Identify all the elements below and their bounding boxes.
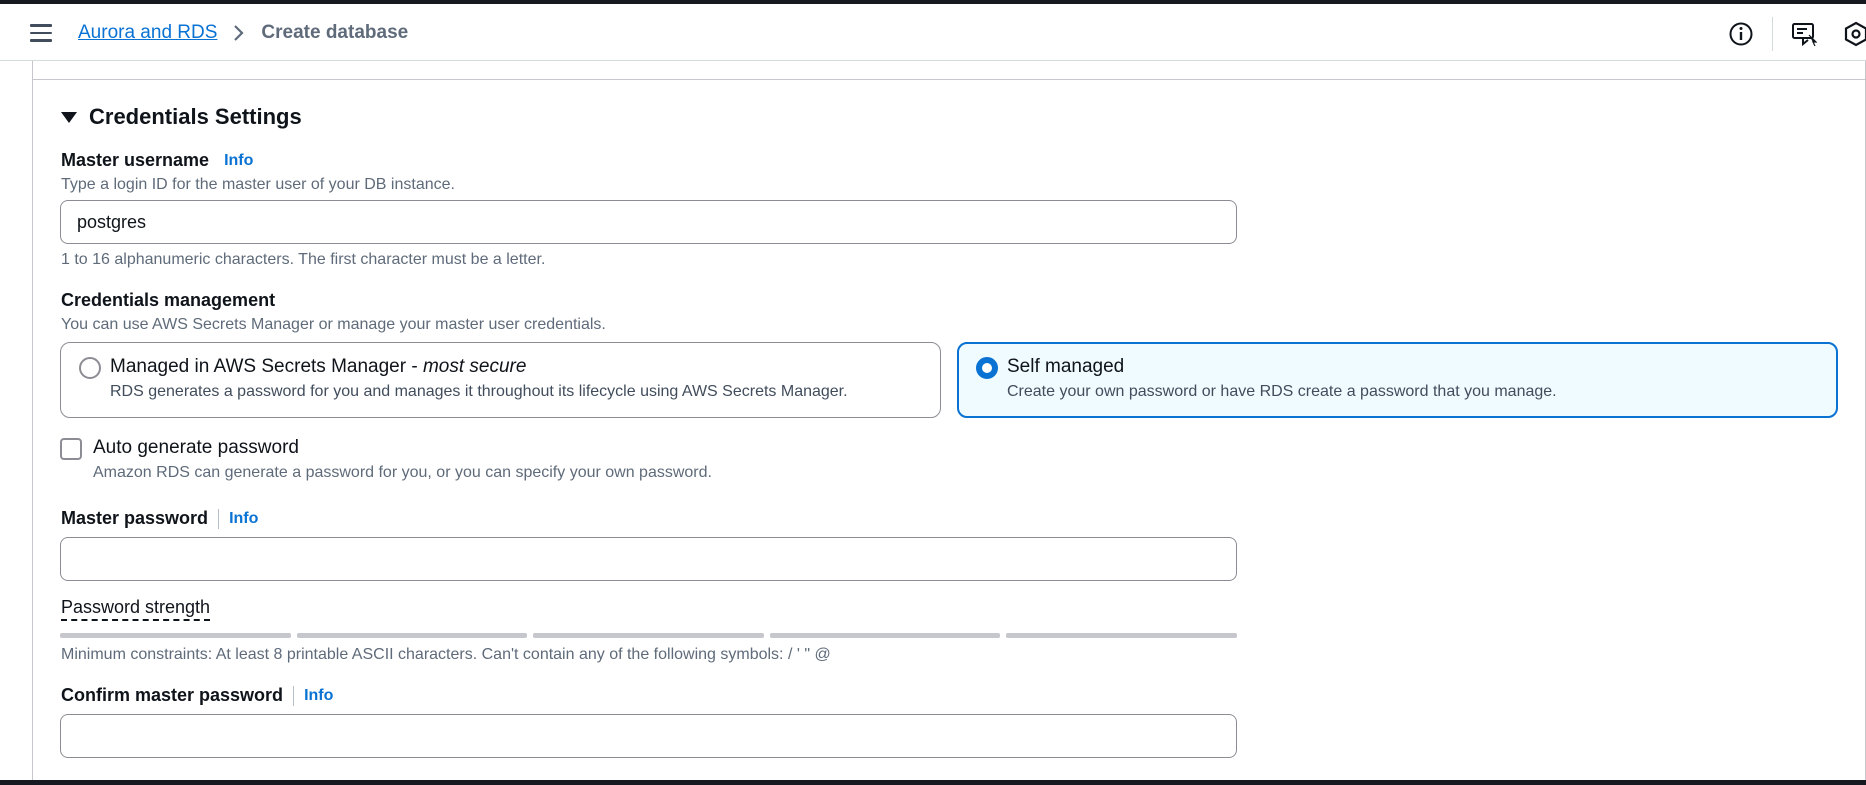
bottom-border (0, 780, 1866, 785)
strength-segment (533, 633, 764, 638)
master-password-constraint: Minimum constraints: At least 8 printabl… (61, 646, 831, 663)
strength-segment (769, 633, 1001, 638)
option-secrets-manager[interactable]: Managed in AWS Secrets Manager - most se… (60, 342, 941, 418)
password-strength-label[interactable]: Password strength (61, 597, 211, 621)
info-divider (293, 685, 295, 706)
radio-self-managed[interactable] (976, 357, 998, 379)
confirm-password-label: Confirm master password (61, 685, 284, 705)
info-circle-icon[interactable] (1728, 21, 1754, 47)
breadcrumb-link-aurora-rds[interactable]: Aurora and RDS (78, 22, 217, 44)
auto-generate-password-description: Amazon RDS can generate a password for y… (93, 464, 712, 481)
master-username-info-link[interactable]: Info (224, 152, 253, 170)
panel-divider (32, 79, 1866, 80)
option-self-managed-description: Create your own password or have RDS cre… (1007, 383, 1557, 400)
credentials-management-label: Credentials management (61, 290, 276, 310)
breadcrumb-current: Create database (261, 22, 409, 43)
radio-secrets-manager[interactable] (79, 357, 101, 379)
master-username-constraint: 1 to 16 alphanumeric characters. The fir… (61, 251, 546, 268)
confirm-password-input[interactable] (60, 714, 1237, 758)
option-secrets-manager-description: RDS generates a password for you and man… (110, 383, 848, 400)
auto-generate-password-checkbox[interactable] (60, 438, 82, 460)
section-title: Credentials Settings (89, 104, 302, 129)
strength-segment (296, 633, 528, 638)
top-navigation-bar: Aurora and RDS Create database (0, 4, 1866, 61)
breadcrumb: Aurora and RDS Create database (78, 22, 408, 44)
confirm-password-label-row: Confirm master password Info (61, 685, 333, 706)
menu-icon[interactable] (30, 24, 52, 42)
chevron-right-icon (231, 23, 247, 43)
master-username-label: Master username (61, 150, 210, 170)
header-divider (1772, 17, 1773, 51)
option-self-managed[interactable]: Self managed Create your own password or… (957, 342, 1838, 418)
info-divider (218, 508, 220, 529)
confirm-password-info-link[interactable]: Info (304, 687, 333, 705)
option-self-managed-title: Self managed (1007, 356, 1125, 377)
strength-segment (1006, 633, 1237, 638)
feedback-icon[interactable] (1791, 21, 1818, 47)
credentials-settings-toggle[interactable]: Credentials Settings (61, 104, 302, 130)
master-password-label-row: Master password Info (61, 508, 258, 529)
master-username-label-row: Master username Info (61, 150, 253, 171)
caret-down-icon (61, 111, 77, 123)
option-secrets-manager-title: Managed in AWS Secrets Manager - most se… (110, 356, 527, 377)
master-password-input[interactable] (60, 537, 1237, 581)
form-container (32, 61, 1866, 780)
settings-hexagon-icon[interactable] (1843, 21, 1866, 47)
master-password-label: Master password (61, 508, 209, 528)
credentials-management-description: You can use AWS Secrets Manager or manag… (61, 316, 606, 333)
auto-generate-password-label[interactable]: Auto generate password (93, 437, 299, 459)
master-username-description: Type a login ID for the master user of y… (61, 176, 455, 193)
master-username-input[interactable] (60, 200, 1237, 244)
password-strength-meter (60, 633, 1237, 638)
strength-segment (60, 633, 291, 638)
master-password-info-link[interactable]: Info (229, 510, 258, 528)
